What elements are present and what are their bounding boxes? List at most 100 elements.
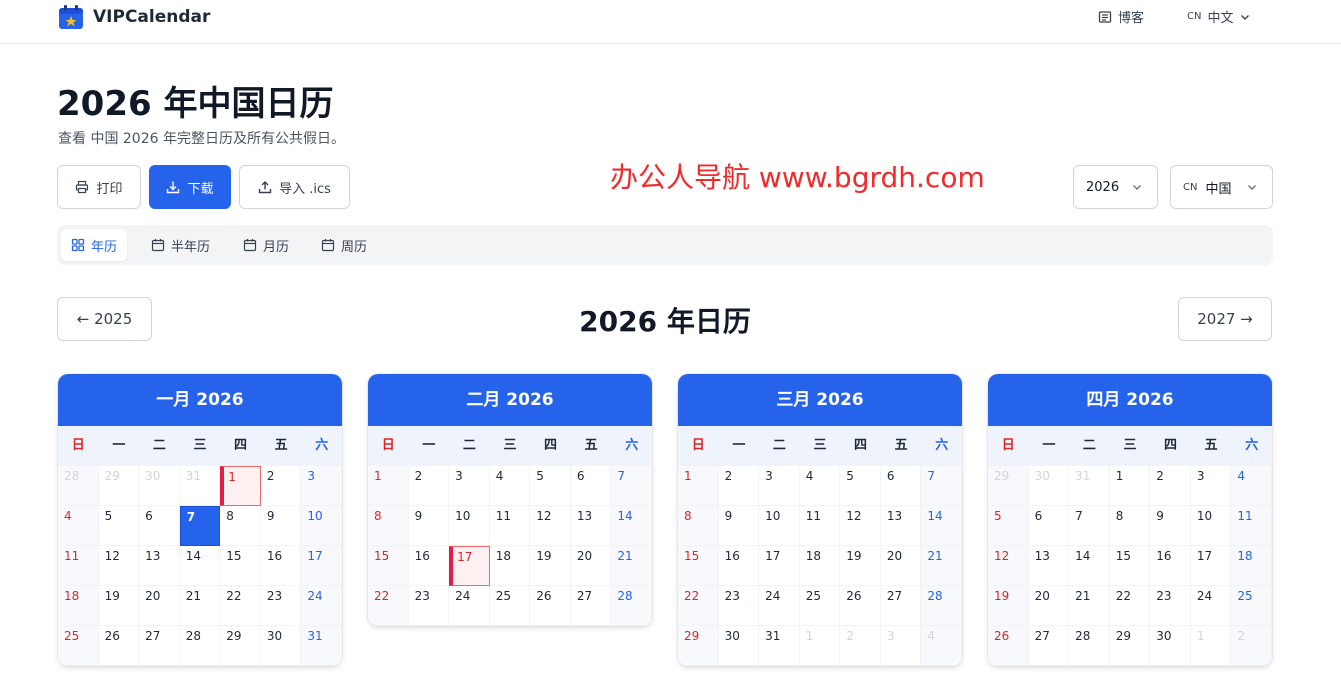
day-cell[interactable]: 2 bbox=[408, 466, 450, 506]
day-cell[interactable]: 15 bbox=[368, 546, 409, 586]
day-cell[interactable]: 24 bbox=[1190, 586, 1232, 626]
day-cell[interactable]: 22 bbox=[1109, 586, 1151, 626]
day-cell[interactable]: 18 bbox=[489, 546, 531, 586]
print-button[interactable]: 打印 bbox=[57, 165, 141, 209]
day-cell[interactable]: 4 bbox=[58, 506, 99, 546]
day-cell[interactable]: 10 bbox=[1190, 506, 1232, 546]
tab-week[interactable]: 周历 bbox=[311, 229, 377, 261]
day-cell[interactable]: 26 bbox=[840, 586, 881, 626]
day-cell[interactable]: 2 bbox=[718, 466, 760, 506]
day-cell[interactable]: 19 bbox=[988, 586, 1029, 626]
day-cell[interactable]: 12 bbox=[840, 506, 881, 546]
day-cell[interactable]: 16 bbox=[718, 546, 760, 586]
day-cell[interactable]: 7 bbox=[921, 466, 962, 506]
day-cell-other-month[interactable]: 29 bbox=[98, 466, 140, 506]
day-cell-other-month[interactable]: 1 bbox=[799, 626, 841, 666]
day-cell[interactable]: 9 bbox=[260, 506, 302, 546]
day-cell[interactable]: 30 bbox=[718, 626, 760, 666]
day-cell[interactable]: 8 bbox=[368, 506, 409, 546]
year-select[interactable]: 2026 bbox=[1073, 165, 1158, 209]
tab-month[interactable]: 月历 bbox=[233, 229, 299, 261]
day-cell[interactable]: 16 bbox=[408, 546, 450, 586]
day-cell[interactable]: 11 bbox=[58, 546, 99, 586]
day-cell[interactable]: 26 bbox=[988, 626, 1029, 666]
day-cell[interactable]: 14 bbox=[1069, 546, 1110, 586]
day-cell[interactable]: 13 bbox=[1028, 546, 1070, 586]
day-cell[interactable]: 13 bbox=[139, 546, 180, 586]
day-cell[interactable]: 14 bbox=[611, 506, 652, 546]
download-button[interactable]: 下载 bbox=[149, 165, 231, 209]
day-cell[interactable]: 1 bbox=[678, 466, 719, 506]
day-cell[interactable]: 3 bbox=[1190, 466, 1232, 506]
day-cell[interactable]: 29 bbox=[220, 626, 261, 666]
day-cell[interactable]: 23 bbox=[1150, 586, 1191, 626]
day-cell[interactable]: 27 bbox=[880, 586, 922, 626]
day-cell[interactable]: 6 bbox=[570, 466, 612, 506]
day-cell[interactable]: 24 bbox=[759, 586, 800, 626]
day-cell[interactable]: 22 bbox=[678, 586, 719, 626]
day-cell[interactable]: 13 bbox=[880, 506, 922, 546]
day-cell[interactable]: 19 bbox=[840, 546, 881, 586]
day-cell[interactable]: 21 bbox=[1069, 586, 1110, 626]
day-cell[interactable]: 12 bbox=[988, 546, 1029, 586]
day-cell[interactable]: 1 bbox=[220, 466, 261, 506]
day-cell[interactable]: 11 bbox=[799, 506, 841, 546]
import-ics-button[interactable]: 导入 .ics bbox=[239, 165, 350, 209]
day-cell[interactable]: 27 bbox=[570, 586, 612, 626]
day-cell[interactable]: 10 bbox=[759, 506, 800, 546]
day-cell[interactable]: 25 bbox=[799, 586, 841, 626]
day-cell[interactable]: 24 bbox=[301, 586, 342, 626]
day-cell[interactable]: 25 bbox=[489, 586, 531, 626]
day-cell[interactable]: 8 bbox=[678, 506, 719, 546]
day-cell[interactable]: 29 bbox=[1109, 626, 1151, 666]
day-cell[interactable]: 15 bbox=[220, 546, 261, 586]
tab-half-year[interactable]: 半年历 bbox=[141, 229, 220, 261]
day-cell[interactable]: 22 bbox=[368, 586, 409, 626]
day-cell[interactable]: 20 bbox=[1028, 586, 1070, 626]
tab-year[interactable]: 年历 bbox=[61, 229, 128, 261]
day-cell[interactable]: 14 bbox=[179, 546, 221, 586]
day-cell[interactable]: 19 bbox=[98, 586, 140, 626]
day-cell[interactable]: 9 bbox=[408, 506, 450, 546]
day-cell[interactable]: 31 bbox=[301, 626, 342, 666]
day-cell-other-month[interactable]: 29 bbox=[988, 466, 1029, 506]
day-cell[interactable]: 30 bbox=[1150, 626, 1191, 666]
day-cell[interactable]: 23 bbox=[260, 586, 302, 626]
day-cell[interactable]: 14 bbox=[921, 506, 962, 546]
day-cell[interactable]: 4 bbox=[799, 466, 841, 506]
day-cell[interactable]: 26 bbox=[98, 626, 140, 666]
day-cell[interactable]: 5 bbox=[840, 466, 881, 506]
day-cell[interactable]: 23 bbox=[718, 586, 760, 626]
brand[interactable]: VIPCalendar bbox=[58, 4, 210, 30]
day-cell[interactable]: 10 bbox=[301, 506, 342, 546]
day-cell[interactable]: 5 bbox=[98, 506, 140, 546]
day-cell[interactable]: 1 bbox=[1109, 466, 1151, 506]
day-cell[interactable]: 28 bbox=[921, 586, 962, 626]
day-cell[interactable]: 28 bbox=[179, 626, 221, 666]
day-cell[interactable]: 1 bbox=[368, 466, 409, 506]
day-cell[interactable]: 24 bbox=[449, 586, 490, 626]
day-cell-other-month[interactable]: 2 bbox=[1231, 626, 1272, 666]
day-cell[interactable]: 3 bbox=[449, 466, 490, 506]
day-cell[interactable]: 18 bbox=[1231, 546, 1272, 586]
day-cell[interactable]: 4 bbox=[1231, 466, 1272, 506]
day-cell[interactable]: 3 bbox=[759, 466, 800, 506]
day-cell-other-month[interactable]: 1 bbox=[1190, 626, 1232, 666]
day-cell[interactable]: 28 bbox=[611, 586, 652, 626]
day-cell[interactable]: 7 bbox=[179, 506, 221, 546]
day-cell[interactable]: 5 bbox=[530, 466, 571, 506]
day-cell[interactable]: 16 bbox=[1150, 546, 1191, 586]
day-cell[interactable]: 15 bbox=[678, 546, 719, 586]
day-cell[interactable]: 22 bbox=[220, 586, 261, 626]
day-cell[interactable]: 21 bbox=[921, 546, 962, 586]
day-cell[interactable]: 20 bbox=[570, 546, 612, 586]
day-cell[interactable]: 29 bbox=[678, 626, 719, 666]
day-cell[interactable]: 25 bbox=[58, 626, 99, 666]
day-cell[interactable]: 23 bbox=[408, 586, 450, 626]
day-cell[interactable]: 17 bbox=[449, 546, 490, 586]
day-cell[interactable]: 6 bbox=[1028, 506, 1070, 546]
day-cell-other-month[interactable]: 31 bbox=[179, 466, 221, 506]
day-cell-other-month[interactable]: 2 bbox=[840, 626, 881, 666]
day-cell-other-month[interactable]: 28 bbox=[58, 466, 99, 506]
day-cell[interactable]: 28 bbox=[1069, 626, 1110, 666]
